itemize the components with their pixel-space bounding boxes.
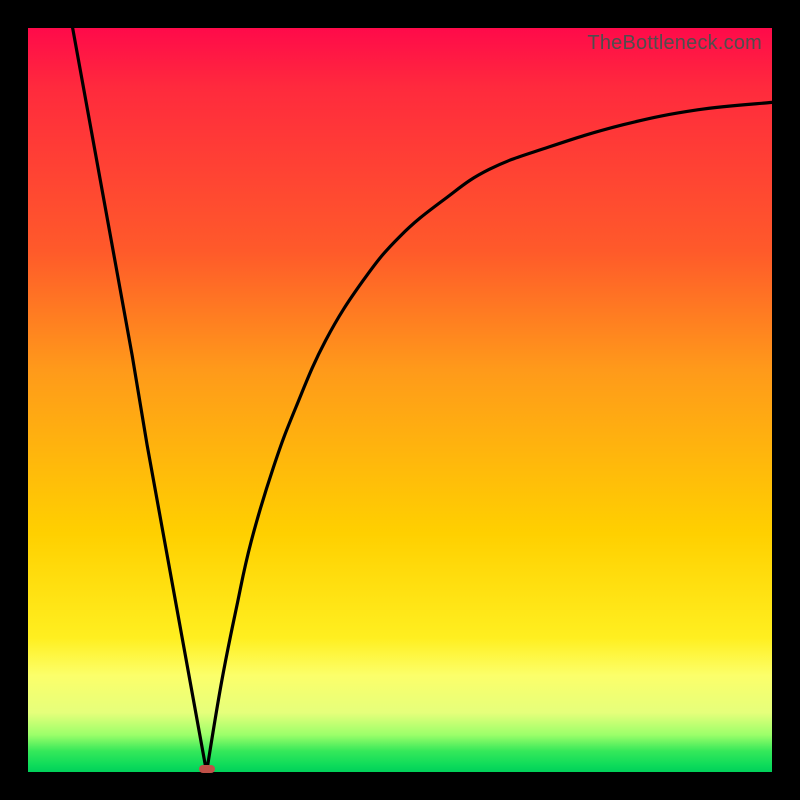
minimum-marker bbox=[199, 765, 215, 773]
watermark-text: TheBottleneck.com bbox=[587, 32, 762, 55]
bottleneck-curve bbox=[28, 28, 772, 772]
plot-area: TheBottleneck.com bbox=[28, 28, 772, 772]
chart-frame: TheBottleneck.com bbox=[0, 0, 800, 800]
